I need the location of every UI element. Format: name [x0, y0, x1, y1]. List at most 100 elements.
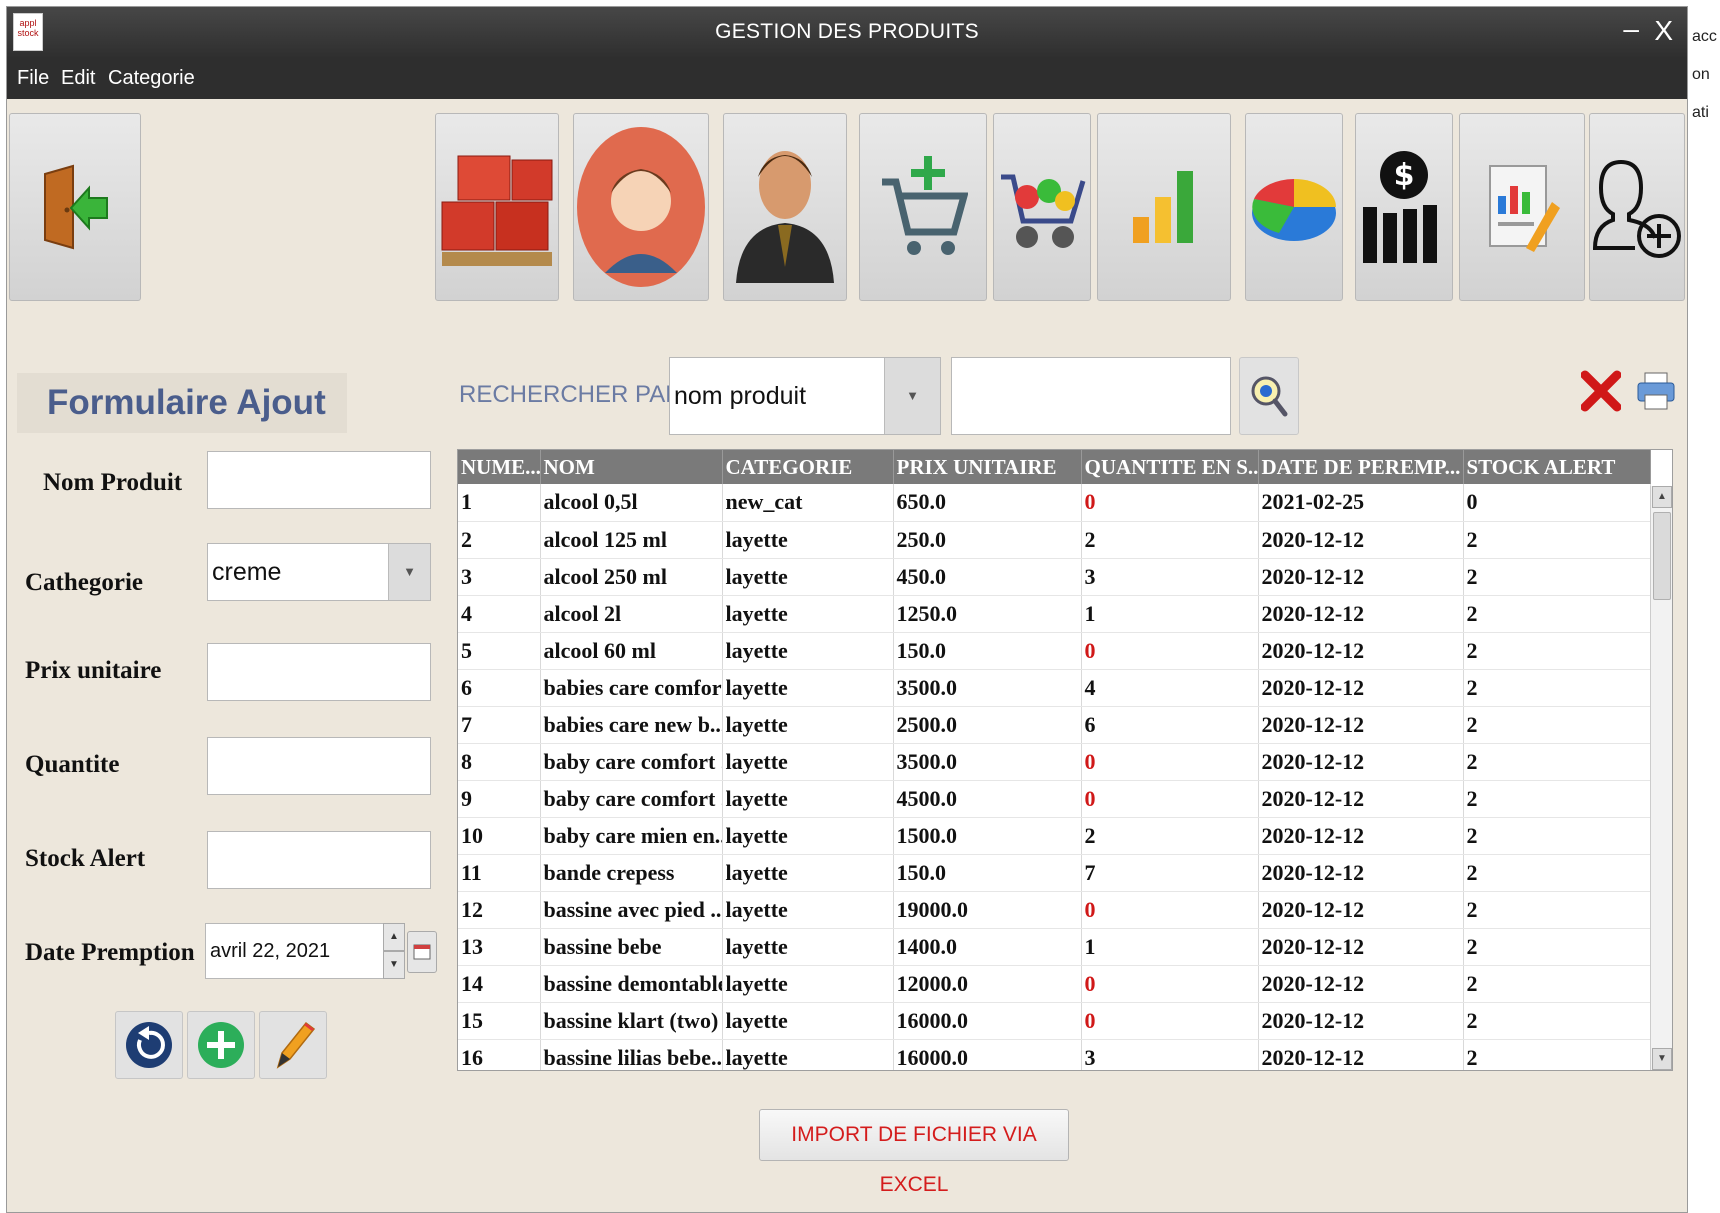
finance-button[interactable]: $ [1355, 113, 1453, 301]
table-row[interactable]: 15 bassine klart (two) layette 16000.0 0 2020… [458, 1002, 1651, 1040]
table-cell: layette [722, 928, 894, 966]
table-row[interactable]: 16 bassine lilias bebe... layette 16000.0 3 2… [458, 1039, 1651, 1070]
logout-button[interactable] [9, 113, 141, 301]
search-icon [1251, 376, 1288, 417]
table-cell: 0 [1081, 632, 1259, 670]
table-row[interactable]: 5 alcool 60 ml layette 150.0 0 2020-12-12 2 [458, 632, 1651, 670]
orders-button[interactable] [993, 113, 1091, 301]
categorie-select[interactable]: creme ▼ [207, 543, 431, 601]
table-cell: 2020-12-12 [1258, 1039, 1464, 1070]
background-text-fragment: acc [1692, 28, 1717, 45]
table-row[interactable]: 13 bassine bebe layette 1400.0 1 2020-12-12 2 [458, 928, 1651, 966]
table-cell: 12000.0 [893, 965, 1082, 1003]
table-cell: 450.0 [893, 558, 1082, 596]
table-row[interactable]: 1 alcool 0,5l new_cat 650.0 0 2021-02-25 0 [458, 484, 1651, 522]
table-row[interactable]: 10 baby care mien en... layette 1500.0 2 2020… [458, 817, 1651, 855]
close-button[interactable]: X [1654, 15, 1673, 47]
table-cell: alcool 60 ml [540, 632, 723, 670]
table-cell: layette [722, 743, 894, 781]
table-cell: 1400.0 [893, 928, 1082, 966]
table-cell: bassine demontable [540, 965, 723, 1003]
table-row[interactable]: 9 baby care comfort ... layette 4500.0 0 2020… [458, 780, 1651, 818]
chevron-down-icon[interactable]: ▼ [884, 358, 940, 434]
date-spin-down-button[interactable]: ▼ [383, 951, 405, 979]
column-header-prix[interactable]: PRIX UNITAIRE [893, 450, 1082, 484]
reports-button[interactable] [1245, 113, 1343, 301]
calendar-button[interactable] [407, 931, 437, 973]
add-user-button[interactable] [1589, 113, 1685, 301]
table-cell: 4 [1081, 669, 1259, 707]
edit-button[interactable] [259, 1011, 327, 1079]
search-field-select[interactable]: nom produit ▼ [669, 357, 941, 435]
table-cell: 0 [1081, 743, 1259, 781]
table-cell: alcool 250 ml [540, 558, 723, 596]
nom-produit-input[interactable] [207, 451, 431, 509]
table-cell: 0 [1081, 965, 1259, 1003]
date-spin-up-button[interactable]: ▲ [383, 923, 405, 951]
table-row[interactable]: 4 alcool 2l layette 1250.0 1 2020-12-12 2 [458, 595, 1651, 633]
scroll-down-button[interactable]: ▼ [1652, 1048, 1672, 1070]
menu-bar: File Edit Categorie [7, 57, 1687, 99]
table-cell: 16000.0 [893, 1002, 1082, 1040]
table-row[interactable]: 12 bassine avec pied ... layette 19000.0 0 20… [458, 891, 1651, 929]
table-cell: 1250.0 [893, 595, 1082, 633]
documents-button[interactable] [1459, 113, 1585, 301]
menu-file[interactable]: File [17, 67, 49, 90]
search-input[interactable] [951, 357, 1231, 435]
delete-x-icon [1580, 370, 1622, 412]
table-cell: baby care comfort ... [540, 780, 723, 818]
table-cell: 6 [458, 669, 541, 707]
column-header-categorie[interactable]: CATEGORIE [722, 450, 894, 484]
menu-edit[interactable]: Edit [61, 67, 95, 90]
table-cell: 2 [1463, 632, 1651, 670]
prix-unitaire-input[interactable] [207, 643, 431, 701]
add-button[interactable] [187, 1011, 255, 1079]
import-excel-button[interactable]: IMPORT DE FICHIER VIA EXCEL [759, 1109, 1069, 1196]
print-button[interactable] [1635, 369, 1677, 418]
table-row[interactable]: 3 alcool 250 ml layette 450.0 3 2020-12-12 2 [458, 558, 1651, 596]
table-row[interactable]: 14 bassine demontable layette 12000.0 0 2020-… [458, 965, 1651, 1003]
products-button[interactable] [435, 113, 559, 301]
delete-button[interactable] [1580, 369, 1622, 418]
menu-categorie[interactable]: Categorie [108, 67, 195, 90]
table-cell: 2020-12-12 [1258, 706, 1464, 744]
date-premption-input[interactable]: avril 22, 2021 [205, 923, 405, 979]
pie-chart-icon [1252, 179, 1336, 241]
statistics-button[interactable] [1097, 113, 1231, 301]
table-cell: layette [722, 780, 894, 818]
report-edit-icon [1489, 165, 1560, 252]
table-cell: 2 [1463, 780, 1651, 818]
refresh-button[interactable] [115, 1011, 183, 1079]
table-cell: 2 [1463, 1002, 1651, 1040]
chevron-down-icon[interactable]: ▼ [388, 544, 430, 600]
column-header-nom[interactable]: NOM [540, 450, 723, 484]
scroll-up-button[interactable]: ▲ [1652, 486, 1672, 508]
table-row[interactable]: 8 baby care comfort ... layette 3500.0 0 2020… [458, 743, 1651, 781]
table-row[interactable]: 6 babies care comfort layette 3500.0 4 2020-1… [458, 669, 1651, 707]
table-cell: 2 [1463, 965, 1651, 1003]
clients-button[interactable] [573, 113, 709, 301]
quantite-input[interactable] [207, 737, 431, 795]
table-cell: 2020-12-12 [1258, 1002, 1464, 1040]
search-button[interactable] [1239, 357, 1299, 435]
pencil-icon [276, 1021, 316, 1069]
column-header-quantite[interactable]: QUANTITE EN S... [1081, 450, 1259, 484]
table-row[interactable]: 11 bande crepess layette 150.0 7 2020-12-12 2 [458, 854, 1651, 892]
table-row[interactable]: 7 babies care new b... layette 2500.0 6 2020-… [458, 706, 1651, 744]
column-header-stock-alert[interactable]: STOCK ALERT [1463, 450, 1651, 484]
column-header-numero[interactable]: NUME... [458, 450, 541, 484]
minimize-button[interactable]: – [1623, 13, 1639, 45]
table-cell: layette [722, 891, 894, 929]
table-scrollbar[interactable]: ▲ ▼ [1650, 486, 1672, 1070]
background-text-fragment: ati [1692, 104, 1709, 121]
new-sale-button[interactable] [859, 113, 987, 301]
stock-alert-input[interactable] [207, 831, 431, 889]
table-row[interactable]: 2 alcool 125 ml layette 250.0 2 2020-12-12 2 [458, 521, 1651, 559]
table-cell: 8 [458, 743, 541, 781]
column-header-date[interactable]: DATE DE PEREMP... [1258, 450, 1464, 484]
label-quantite: Quantite [25, 751, 120, 778]
table-header: NUME... NOM CATEGORIE PRIX UNITAIRE QUAN… [458, 450, 1651, 484]
employees-button[interactable] [723, 113, 847, 301]
table-cell: 1 [1081, 595, 1259, 633]
scroll-thumb[interactable] [1653, 512, 1671, 600]
